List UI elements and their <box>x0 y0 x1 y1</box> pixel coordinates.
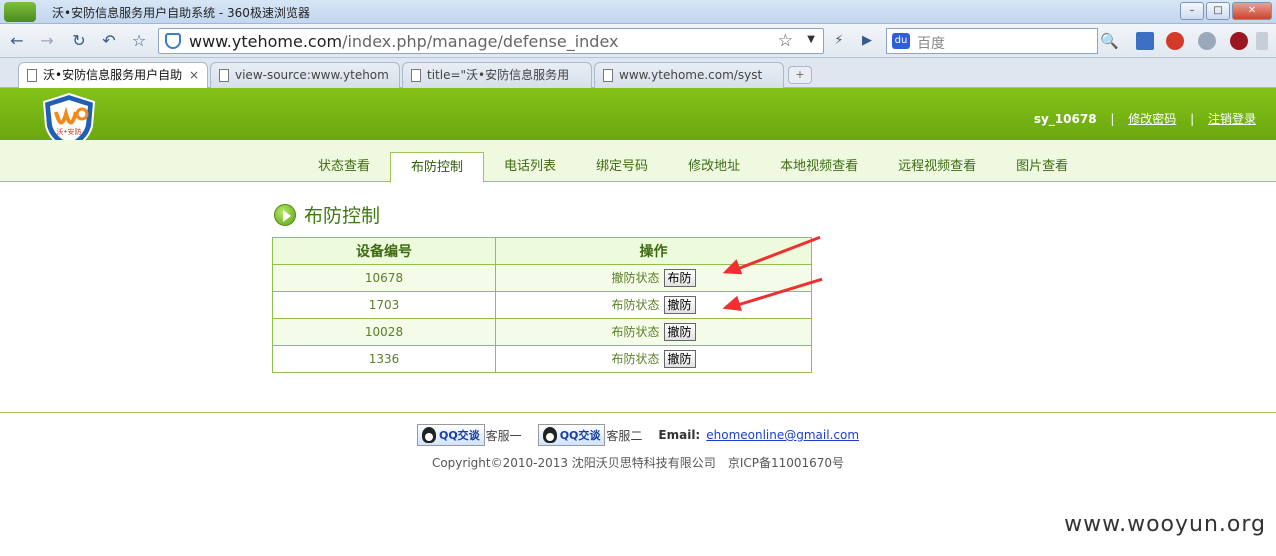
extension-u-icon[interactable] <box>1230 32 1248 50</box>
tab-1[interactable]: 沃•安防信息服务用户自助 × <box>18 62 208 89</box>
device-id: 1336 <box>272 345 496 373</box>
address-bar[interactable]: www.ytehome.com/index.php/manage/defense… <box>158 28 824 54</box>
page-icon <box>411 69 421 82</box>
minimize-button[interactable]: – <box>1180 2 1204 20</box>
window-controls: – □ ✕ <box>1180 2 1272 20</box>
page-title: 布防控制 <box>304 205 381 227</box>
user-bar: sy_10678 | 修改密码 | 注销登录 <box>1034 110 1256 127</box>
extension-globe-icon[interactable] <box>1198 32 1216 50</box>
service-one-label: 客服一 <box>485 428 522 443</box>
icp-number: 京ICP备11001670号 <box>727 456 845 470</box>
footer: QQ交谈 客服一 QQ交谈 客服二 Email: ehomeonline@gma… <box>0 424 1276 471</box>
operation-cell: 布防状态 撤防 <box>495 318 812 346</box>
table-row: 10028 布防状态 撤防 <box>272 318 812 346</box>
tab-4[interactable]: www.ytehome.com/syst <box>594 62 784 88</box>
column-header: 操作 <box>495 237 812 265</box>
status-text: 撤防状态 <box>611 270 660 285</box>
page-icon <box>219 69 229 82</box>
operation-cell: 布防状态 撤防 <box>495 345 812 373</box>
extension-badge-icon[interactable] <box>1166 32 1184 50</box>
undo-icon[interactable]: ↶ <box>98 30 120 52</box>
menu-item-edit-address[interactable]: 修改地址 <box>668 152 760 182</box>
change-password-link[interactable]: 修改密码 <box>1128 112 1176 126</box>
qq-penguin-icon <box>421 427 436 443</box>
address-text[interactable]: www.ytehome.com/index.php/manage/defense… <box>189 32 618 51</box>
bookmark-star-icon[interactable]: ☆ <box>778 31 793 51</box>
shield-icon <box>165 33 181 49</box>
reload-icon[interactable]: ↻ <box>68 30 90 52</box>
page-icon <box>603 69 613 82</box>
play-icon <box>274 203 296 226</box>
username: sy_10678 <box>1033 112 1097 126</box>
email-link[interactable]: ehomeonline@gmail.com <box>706 428 859 442</box>
column-header: 设备编号 <box>272 237 496 265</box>
tab-close-icon[interactable]: × <box>189 63 199 87</box>
search-box[interactable]: du 百度 <box>886 28 1098 54</box>
logout-link[interactable]: 注销登录 <box>1208 112 1256 126</box>
status-text: 布防状态 <box>611 351 660 366</box>
menu-item-bind-number[interactable]: 绑定号码 <box>576 152 668 182</box>
bolt-icon[interactable]: ⚡ <box>828 30 850 52</box>
close-button[interactable]: ✕ <box>1232 2 1272 20</box>
separator: | <box>1190 112 1195 126</box>
watermark: www.wooyun.org <box>1064 512 1266 537</box>
window-titlebar: 沃•安防信息服务用户自助系统 - 360极速浏览器 – □ ✕ <box>0 0 1276 24</box>
search-placeholder: 百度 <box>917 36 945 52</box>
menu-icon[interactable] <box>1256 32 1268 50</box>
extension-grid-icon[interactable] <box>1136 32 1154 50</box>
operation-cell: 撤防状态 布防 <box>495 264 812 292</box>
menu-item-remote-video[interactable]: 远程视频查看 <box>878 152 996 182</box>
disarm-button[interactable]: 撤防 <box>663 323 696 342</box>
main-menu: 状态查看 布防控制 电话列表 绑定号码 修改地址 本地视频查看 远程视频查看 图… <box>298 152 1088 183</box>
separator: | <box>1110 112 1115 126</box>
maximize-button[interactable]: □ <box>1206 2 1230 20</box>
device-id: 10028 <box>272 318 496 346</box>
page-icon <box>27 69 37 82</box>
qq-penguin-icon <box>542 427 557 443</box>
browser-toolbar: ← → ↻ ↶ ☆ www.ytehome.com/index.php/mana… <box>0 24 1276 58</box>
menu-item-status[interactable]: 状态查看 <box>298 152 390 182</box>
tab-2[interactable]: view-source:www.ytehom <box>210 62 400 88</box>
go-icon[interactable]: ▶ <box>856 30 878 52</box>
baidu-icon: du <box>892 33 910 49</box>
disarm-button[interactable]: 撤防 <box>663 296 696 315</box>
url-dropdown-icon[interactable]: ▼ <box>807 34 815 45</box>
service-two-label: 客服二 <box>606 428 643 443</box>
search-icon[interactable]: 🔍 <box>1100 32 1119 50</box>
qq-chat-button[interactable]: QQ交谈 <box>537 424 606 446</box>
menu-item-defense[interactable]: 布防控制 <box>390 152 485 183</box>
device-id: 10678 <box>272 264 496 292</box>
favorite-icon[interactable]: ☆ <box>128 30 150 52</box>
forward-icon[interactable]: → <box>36 30 58 52</box>
new-tab-button[interactable]: + <box>788 66 812 84</box>
qq-chat-button[interactable]: QQ交谈 <box>416 424 485 446</box>
tab-bar: 沃•安防信息服务用户自助 × view-source:www.ytehom ti… <box>0 58 1276 89</box>
back-icon[interactable]: ← <box>6 30 28 52</box>
device-id: 1703 <box>272 291 496 319</box>
table-row: 1336 布防状态 撤防 <box>272 345 812 373</box>
logo-text: 沃•安防 <box>56 127 81 136</box>
menu-item-local-video[interactable]: 本地视频查看 <box>760 152 878 182</box>
menu-item-phone-list[interactable]: 电话列表 <box>484 152 576 182</box>
app-icon <box>4 2 36 22</box>
email-label: Email: <box>658 428 701 442</box>
menu-item-pictures[interactable]: 图片查看 <box>996 152 1088 182</box>
footer-divider <box>0 412 1276 413</box>
status-text: 布防状态 <box>611 297 660 312</box>
arm-button[interactable]: 布防 <box>663 269 696 288</box>
window-title: 沃•安防信息服务用户自助系统 - 360极速浏览器 <box>52 6 310 20</box>
section-heading: 布防控制 <box>274 201 380 228</box>
tab-3[interactable]: title="沃•安防信息服务用 <box>402 62 592 88</box>
contact-row: QQ交谈 客服一 QQ交谈 客服二 Email: ehomeonline@gma… <box>416 424 859 446</box>
status-text: 布防状态 <box>611 324 660 339</box>
copyright: Copyright©2010-2013 沈阳沃贝思特科技有限公司 京ICP备110… <box>431 456 845 470</box>
disarm-button[interactable]: 撤防 <box>663 350 696 369</box>
